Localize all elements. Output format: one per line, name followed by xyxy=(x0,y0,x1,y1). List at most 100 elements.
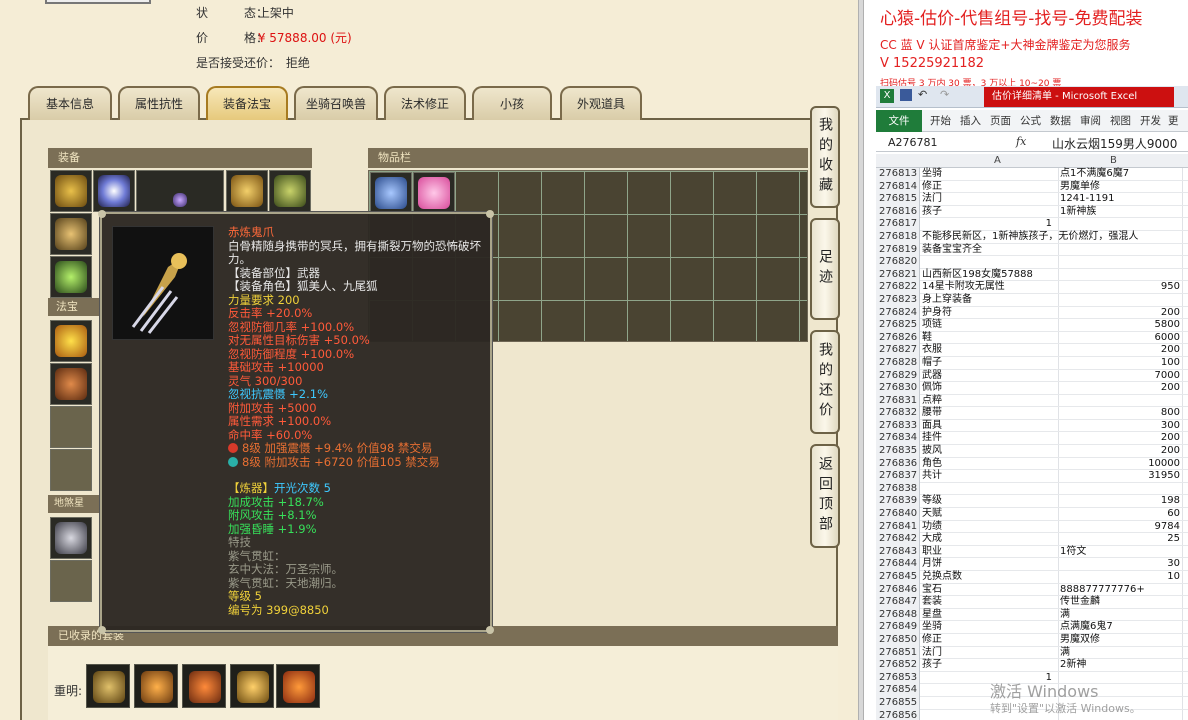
cell-a[interactable]: 修正 xyxy=(922,181,1058,194)
table-row[interactable]: 276848 星盘满 xyxy=(876,608,1188,622)
table-row[interactable]: 276835 披风 200 xyxy=(876,445,1188,458)
row-number[interactable]: 276832 xyxy=(876,407,920,420)
cell-a[interactable]: 坐骑 xyxy=(922,621,1058,634)
cell-b[interactable]: 950 xyxy=(1060,281,1180,294)
table-row[interactable]: 276818 不能移民新区，1新神族孩子，无价燃灯，强混人 xyxy=(876,230,1188,244)
table-row[interactable]: 276845 兑换点数 10 xyxy=(876,571,1188,584)
row-number[interactable]: 276820 xyxy=(876,256,920,269)
cell-a[interactable]: 角色 xyxy=(922,458,1058,471)
cell-a[interactable]: 山西新区198女魔57888 xyxy=(922,269,1058,282)
tab-basic-info[interactable]: 基本信息 xyxy=(28,86,112,120)
table-row[interactable]: 276817 1 xyxy=(876,218,1188,231)
ribbon-tab-developer[interactable]: 开发 xyxy=(1140,110,1161,132)
set-item[interactable] xyxy=(182,664,226,708)
tab-attributes[interactable]: 属性抗性 xyxy=(118,86,200,120)
row-number[interactable]: 276833 xyxy=(876,419,920,433)
row-number[interactable]: 276854 xyxy=(876,684,920,697)
table-row[interactable]: 276827 衣服 200 xyxy=(876,344,1188,357)
cell-a[interactable]: 星盘 xyxy=(922,609,1058,622)
cell-a[interactable]: 项链 xyxy=(922,319,1058,332)
cell-b[interactable]: 30 xyxy=(1060,558,1180,571)
row-number[interactable]: 276826 xyxy=(876,331,920,345)
cell-a[interactable]: 装备宝宝齐全 xyxy=(922,244,1058,257)
set-item[interactable] xyxy=(134,664,178,708)
row-number[interactable]: 276852 xyxy=(876,659,920,672)
cell-a[interactable]: 大成 xyxy=(922,533,1058,546)
cell-a[interactable]: 职业 xyxy=(922,546,1058,559)
table-row[interactable]: 276839 等级 198 xyxy=(876,495,1188,509)
cell-a[interactable]: 护身符 xyxy=(922,307,1058,320)
equip-slot[interactable] xyxy=(50,256,92,298)
my-favorites-button[interactable]: 我的收藏 xyxy=(810,106,840,208)
table-row[interactable]: 276847 套装 传世金麟 xyxy=(876,596,1188,609)
row-number[interactable]: 276844 xyxy=(876,558,920,571)
cell-b[interactable]: 200 xyxy=(1060,432,1180,445)
cell-a[interactable]: 修正 xyxy=(922,634,1058,647)
cell-a[interactable]: 武器 xyxy=(922,370,1058,383)
cell-b[interactable]: 200 xyxy=(1060,445,1180,458)
row-number[interactable]: 276842 xyxy=(876,533,920,546)
table-row[interactable]: 276838 xyxy=(876,482,1188,496)
ribbon-tab-insert[interactable]: 插入 xyxy=(960,110,981,132)
row-number[interactable]: 276851 xyxy=(876,646,920,660)
cell-b[interactable]: 200 xyxy=(1060,382,1180,395)
table-row[interactable]: 276823 身上穿装备 xyxy=(876,293,1188,307)
table-row[interactable]: 276832 腰带 800 xyxy=(876,407,1188,420)
fx-icon[interactable]: fx xyxy=(1016,135,1026,148)
row-number[interactable]: 276824 xyxy=(876,306,920,320)
cell-b[interactable]: 7000 xyxy=(1060,370,1180,383)
bag-slot[interactable] xyxy=(413,172,455,214)
cell-b[interactable]: 满 xyxy=(1060,647,1180,660)
row-number[interactable]: 276819 xyxy=(876,243,920,257)
cell-b[interactable]: 1241-1191 xyxy=(1060,193,1180,206)
cell-a[interactable]: 孩子 xyxy=(922,206,1058,219)
row-number[interactable]: 276823 xyxy=(876,293,920,307)
fabao-slot[interactable] xyxy=(50,320,92,362)
table-row[interactable]: 276836 角色 10000 xyxy=(876,457,1188,471)
table-row[interactable]: 276846 宝石 888877777776+ xyxy=(876,583,1188,597)
cell-a[interactable]: 腰带 xyxy=(922,407,1058,420)
table-row[interactable]: 276830 佩饰 200 xyxy=(876,382,1188,395)
row-number[interactable]: 276849 xyxy=(876,621,920,634)
cell-b[interactable]: 200 xyxy=(1060,307,1180,320)
ribbon-tab-data[interactable]: 数据 xyxy=(1050,110,1071,132)
table-row[interactable]: 276852 孩子 2新神 xyxy=(876,659,1188,672)
cell-b[interactable]: 10 xyxy=(1060,571,1180,584)
ribbon-tab-review[interactable]: 审阅 xyxy=(1080,110,1101,132)
row-number[interactable]: 276846 xyxy=(876,583,920,597)
row-number[interactable]: 276838 xyxy=(876,482,920,496)
row-number[interactable]: 276817 xyxy=(876,218,920,231)
tab-equipment[interactable]: 装备法宝 xyxy=(206,86,288,120)
row-number[interactable]: 276837 xyxy=(876,470,920,483)
table-row[interactable]: 276837 共计 31950 xyxy=(876,470,1188,483)
table-row[interactable]: 276815 法门 1241-1191 xyxy=(876,193,1188,206)
table-row[interactable]: 276824 护身符 200 xyxy=(876,306,1188,320)
cell-b[interactable]: 888877777776+ xyxy=(1060,584,1180,597)
cell-b[interactable]: 点满魔6鬼7 xyxy=(1060,621,1180,634)
cell-b[interactable]: 800 xyxy=(1060,407,1180,420)
tab-appearance[interactable]: 外观道具 xyxy=(560,86,642,120)
cell-b[interactable]: 2新神 xyxy=(1060,659,1180,672)
row-number[interactable]: 276813 xyxy=(876,168,920,181)
cell-a[interactable]: 披风 xyxy=(922,445,1058,458)
cell-b[interactable]: 300 xyxy=(1060,420,1180,433)
equip-slot[interactable] xyxy=(93,170,135,212)
row-number[interactable]: 276814 xyxy=(876,180,920,194)
cell-a[interactable]: 天赋 xyxy=(922,508,1058,521)
table-row[interactable]: 276831 点粹 xyxy=(876,394,1188,408)
cell-b[interactable]: 1新神族 xyxy=(1060,206,1180,219)
table-row[interactable]: 276821 山西新区198女魔57888 xyxy=(876,268,1188,282)
table-row[interactable]: 276851 法门满 xyxy=(876,646,1188,660)
row-number[interactable]: 276839 xyxy=(876,495,920,509)
cell-b[interactable]: 200 xyxy=(1060,344,1180,357)
save-icon[interactable] xyxy=(900,89,912,101)
cell-b[interactable]: 198 xyxy=(1060,495,1180,508)
ribbon-tab-home[interactable]: 开始 xyxy=(930,110,951,132)
spreadsheet-grid[interactable]: 276813 坐骑 点1不满魔6魔7 276814 修正 男魔单修 276815 法门 1241… xyxy=(876,168,1188,720)
name-box[interactable]: A276781 xyxy=(888,136,938,149)
set-item[interactable] xyxy=(86,664,130,708)
sub-slot-empty[interactable] xyxy=(50,560,92,602)
cell-a[interactable]: 共计 xyxy=(922,470,1058,483)
row-number[interactable]: 276850 xyxy=(876,633,920,647)
table-row[interactable]: 276840 天赋 60 xyxy=(876,508,1188,521)
